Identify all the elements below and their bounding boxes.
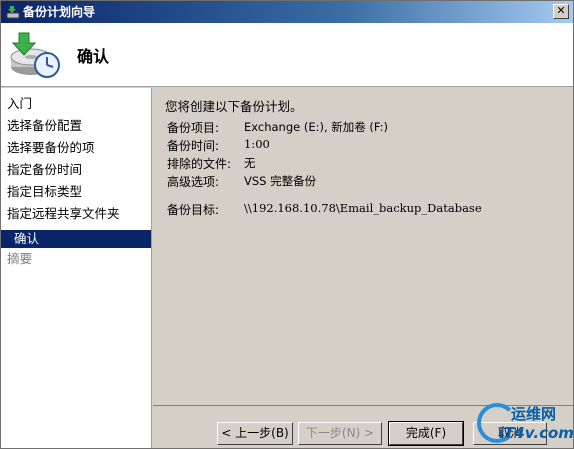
confirmation-panel: 您将创建以下备份计划。 备份项目: Exchange (E:), 新加卷 (F:… — [153, 88, 573, 404]
title-bar[interactable]: 备份计划向导 ✕ — [1, 1, 573, 23]
backup-time-value: 1:00 — [244, 137, 270, 151]
step-getting-started[interactable]: 入门 — [7, 95, 32, 113]
step-confirmation[interactable]: 确认 — [1, 230, 151, 248]
backup-wizard-icon-small — [6, 6, 20, 19]
watermark-line1: 运维网 — [511, 405, 557, 423]
backup-wizard-window: 备份计划向导 ✕ 确认 入门 选择备份配置 选择要备份的项 指定备份时间 指定目… — [0, 0, 574, 449]
step-specify-time[interactable]: 指定备份时间 — [7, 161, 82, 179]
backup-destination-label: 备份目标: — [167, 203, 220, 217]
advanced-options-value: VSS 完整备份 — [244, 174, 317, 188]
finish-button[interactable]: 完成(F) — [388, 421, 464, 446]
step-specify-destination-type[interactable]: 指定目标类型 — [7, 183, 82, 201]
intro-text: 您将创建以下备份计划。 — [165, 99, 303, 114]
backup-items-label: 备份项目: — [167, 121, 220, 135]
wizard-step-list: 入门 选择备份配置 选择要备份的项 指定备份时间 指定目标类型 指定远程共享文件… — [1, 88, 152, 448]
window-title: 备份计划向导 — [23, 5, 96, 19]
site-watermark: 运维网 iT4v.com — [473, 399, 574, 449]
next-button: 下一步(N) > — [298, 422, 382, 445]
wizard-header: 确认 — [1, 23, 573, 87]
close-button[interactable]: ✕ — [553, 4, 569, 19]
page-title: 确认 — [77, 47, 110, 66]
back-button[interactable]: < 上一步(B) — [217, 422, 293, 445]
advanced-options-label: 高级选项: — [167, 175, 220, 189]
excluded-files-label: 排除的文件: — [167, 157, 232, 171]
step-summary: 摘要 — [7, 251, 33, 266]
watermark-line2: iT4v.com — [499, 424, 574, 442]
backup-destination-value: \\192.168.10.78\Email_backup_Database — [244, 201, 482, 215]
step-select-items[interactable]: 选择要备份的项 — [7, 139, 95, 157]
step-select-backup-config[interactable]: 选择备份配置 — [7, 117, 82, 135]
step-specify-remote-share[interactable]: 指定远程共享文件夹 — [7, 205, 120, 223]
backup-time-label: 备份时间: — [167, 139, 220, 153]
backup-wizard-icon — [10, 32, 60, 78]
excluded-files-value: 无 — [244, 156, 256, 170]
backup-items-value: Exchange (E:), 新加卷 (F:) — [244, 120, 388, 134]
